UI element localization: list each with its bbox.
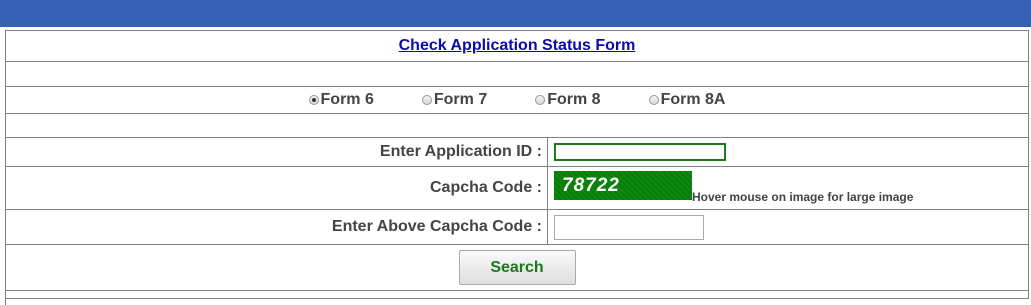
form-title-link[interactable]: Check Application Status Form	[399, 37, 636, 55]
captcha-input[interactable]	[554, 214, 704, 240]
captcha-hint: Hover mouse on image for large image	[692, 190, 914, 204]
title-row: Check Application Status Form	[6, 31, 1029, 62]
radio-form-6[interactable]: Form 6	[308, 91, 374, 109]
radio-form-7[interactable]: Form 7	[421, 91, 488, 109]
radio-label-form-8a: Form 8A	[660, 91, 726, 108]
captcha-image[interactable]: 78722	[554, 171, 692, 200]
radio-button-form-6[interactable]	[308, 95, 319, 105]
form-type-radio-group: Form 6 Form 7 Form 8 Form 8A	[308, 91, 726, 109]
radio-button-form-7[interactable]	[421, 95, 432, 105]
radio-form-8[interactable]: Form 8	[535, 91, 601, 109]
radio-form-8a[interactable]: Form 8A	[648, 91, 726, 109]
captcha-label: Capcha Code :	[6, 167, 548, 209]
status-form-table: Check Application Status Form Form 6 For…	[5, 30, 1029, 305]
captcha-cell: 78722 Hover mouse on image for large ima…	[549, 167, 1028, 209]
radio-label-form-7: Form 7	[433, 91, 488, 108]
captcha-input-row: Enter Above Capcha Code :	[6, 210, 1029, 245]
search-button[interactable]: Search	[458, 250, 576, 285]
application-id-label: Enter Application ID :	[6, 138, 548, 166]
top-banner	[0, 0, 1031, 27]
search-row: Search	[6, 245, 1029, 291]
radio-button-form-8[interactable]	[535, 95, 546, 105]
captcha-input-label: Enter Above Capcha Code :	[6, 210, 548, 244]
radio-button-form-8a[interactable]	[648, 95, 659, 105]
radio-label-form-6: Form 6	[320, 91, 374, 108]
captcha-row: Capcha Code : 78722 Hover mouse on image…	[6, 167, 1029, 210]
spacer-row	[6, 114, 1029, 138]
application-id-cell	[549, 138, 1028, 166]
radio-label-form-8: Form 8	[547, 91, 601, 108]
captcha-input-cell	[549, 210, 1028, 244]
application-id-input[interactable]	[554, 143, 726, 161]
application-id-row: Enter Application ID :	[6, 138, 1029, 167]
footer-row	[6, 291, 1029, 299]
form-type-row: Form 6 Form 7 Form 8 Form 8A	[6, 87, 1029, 114]
spacer-row	[6, 62, 1029, 87]
